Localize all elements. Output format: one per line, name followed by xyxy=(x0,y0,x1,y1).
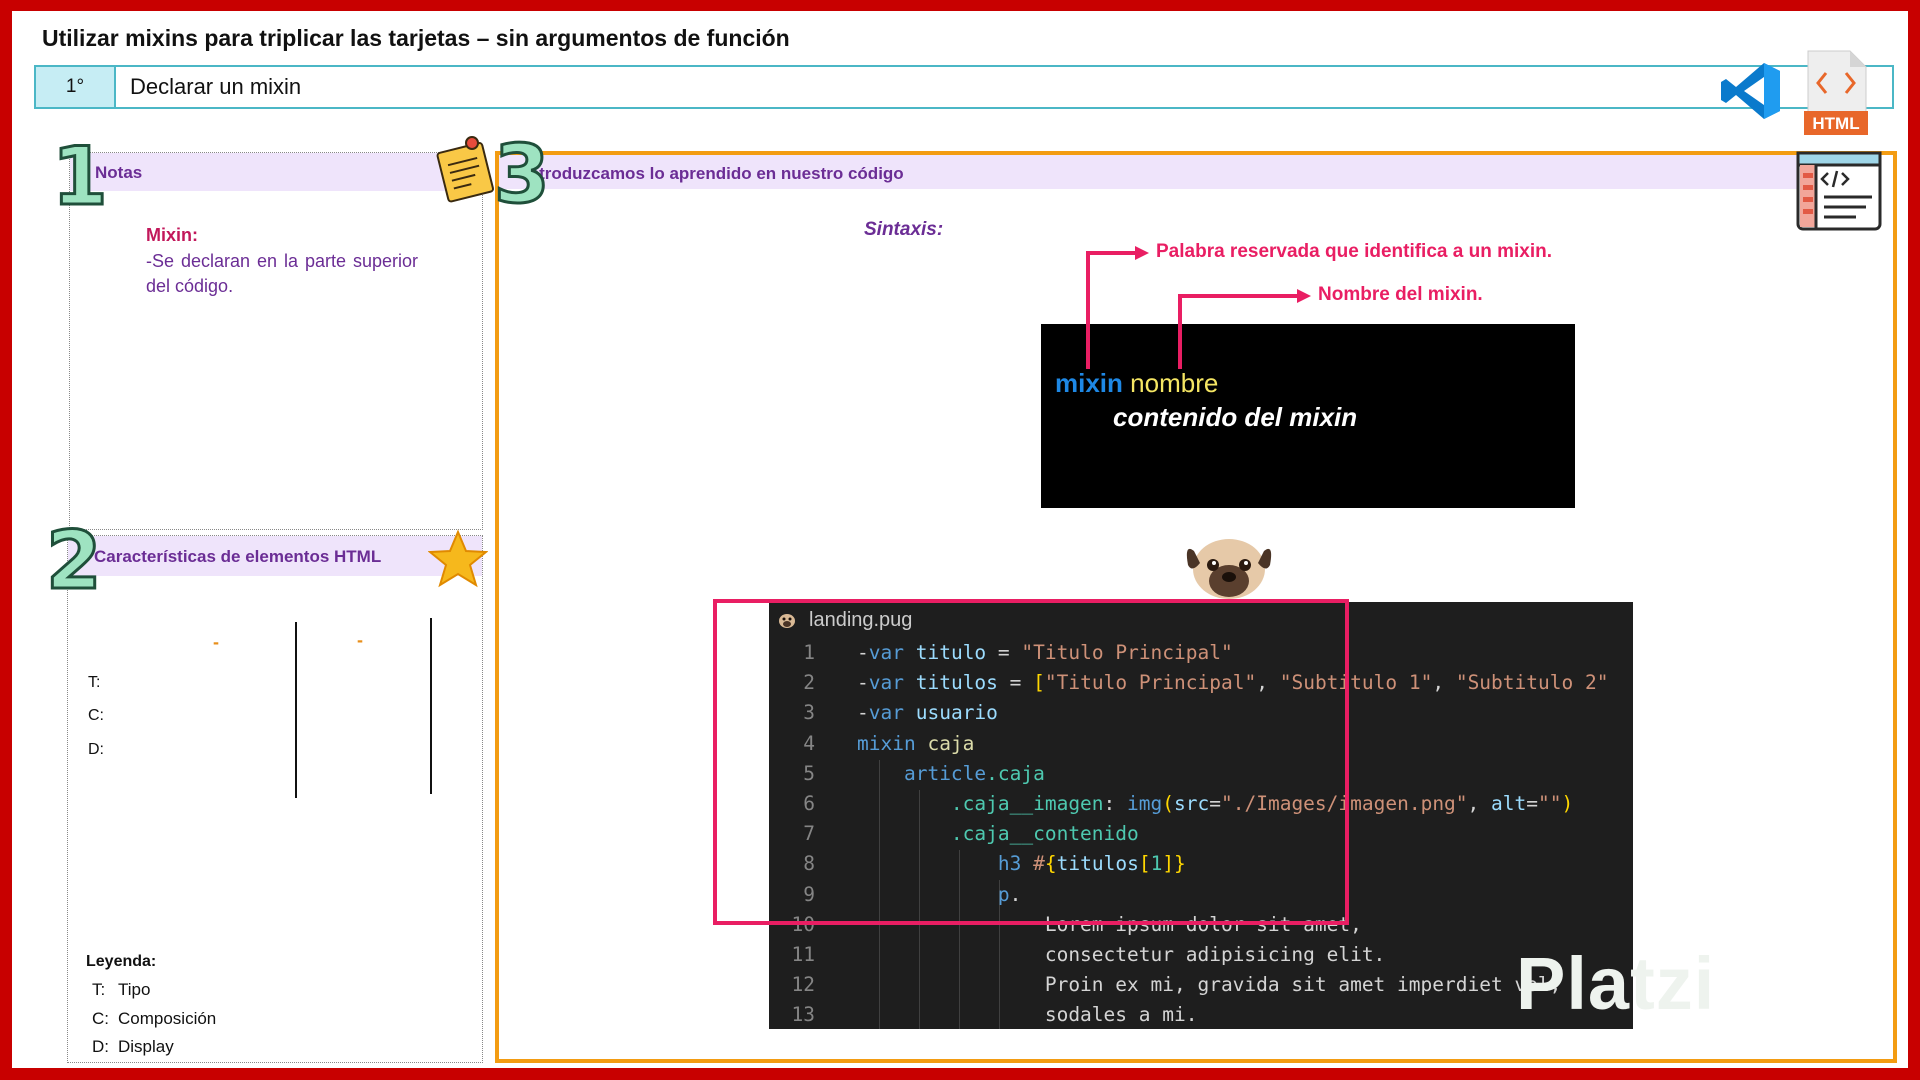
legend-item: T: Tipo xyxy=(92,980,151,999)
note-text: -Se declaran en la parte superior del có… xyxy=(146,251,418,296)
row-label-type: T: xyxy=(88,674,101,691)
code-line: 12 Proin ex mi, gravida sit amet imperdi… xyxy=(769,970,1633,1000)
notes-header: Notas xyxy=(70,153,482,191)
legend-item: D: Display xyxy=(92,1037,174,1056)
step-badge-3: 3 xyxy=(493,128,552,221)
line-number: 13 xyxy=(791,1003,815,1027)
column-divider xyxy=(295,622,297,798)
column-dash: - xyxy=(213,632,219,652)
mixin-highlight-box xyxy=(713,599,1349,925)
syntax-line-1: mixin nombre xyxy=(1055,368,1218,399)
platzi-watermark: Platzi xyxy=(1516,942,1716,1025)
notes-panel: Notas Mixin: -Se declaran en la parte su… xyxy=(69,152,483,530)
slide: Utilizar mixins para triplicar las tarje… xyxy=(12,11,1908,1068)
column-divider xyxy=(430,618,432,794)
characteristics-heading: Características de elementos HTML xyxy=(94,547,382,566)
row-label-display: D: xyxy=(88,741,104,758)
html-file-icon: HTML xyxy=(1804,50,1868,135)
code-window-icon xyxy=(1796,151,1882,231)
syntax-content: contenido del mixin xyxy=(1113,402,1358,432)
legend-title: Leyenda: xyxy=(86,953,157,970)
step-label: Declarar un mixin xyxy=(130,74,302,99)
html-badge: HTML xyxy=(1812,114,1859,133)
legend-item: C: Composición xyxy=(92,1009,217,1028)
code-panel-heading: Introduzcamos lo aprendido en nuestro có… xyxy=(524,164,904,183)
vscode-icon xyxy=(1721,63,1780,119)
column-dash: - xyxy=(357,630,363,650)
code-panel-header: Introduzcamos lo aprendido en nuestro có… xyxy=(499,155,1811,189)
page-title: Utilizar mixins para triplicar las tarje… xyxy=(42,25,790,51)
characteristics-header: Características de elementos HTML xyxy=(68,536,482,576)
annotation-keyword: Palabra reservada que identifica a un mi… xyxy=(1156,241,1552,262)
line-number: 12 xyxy=(791,973,815,997)
step-badge-2: 2 xyxy=(45,514,104,607)
step-badge-1: 1 xyxy=(51,130,110,223)
annotation-name: Nombre del mixin. xyxy=(1318,284,1483,305)
pug-icon xyxy=(1186,539,1272,599)
note-label: Mixin: xyxy=(146,225,198,245)
code-line: 13 sodales a mi. xyxy=(769,1000,1633,1029)
step-bar: 1° Declarar un mixin xyxy=(34,65,1894,109)
syntax-label: Sintaxis: xyxy=(864,219,944,240)
star-icon xyxy=(428,529,488,588)
code-line: 11 consectetur adipisicing elit. xyxy=(769,940,1633,970)
syntax-name: nombre xyxy=(1130,368,1219,398)
line-number: 11 xyxy=(791,942,815,966)
row-label-composition: C: xyxy=(88,707,104,724)
characteristics-panel: Características de elementos HTML - - T:… xyxy=(67,535,483,1063)
syntax-box: mixin nombre contenido del mixin xyxy=(1041,324,1575,508)
syntax-keyword: mixin xyxy=(1055,368,1123,398)
notepad-icon xyxy=(436,136,494,203)
step-number: 1° xyxy=(36,67,116,107)
